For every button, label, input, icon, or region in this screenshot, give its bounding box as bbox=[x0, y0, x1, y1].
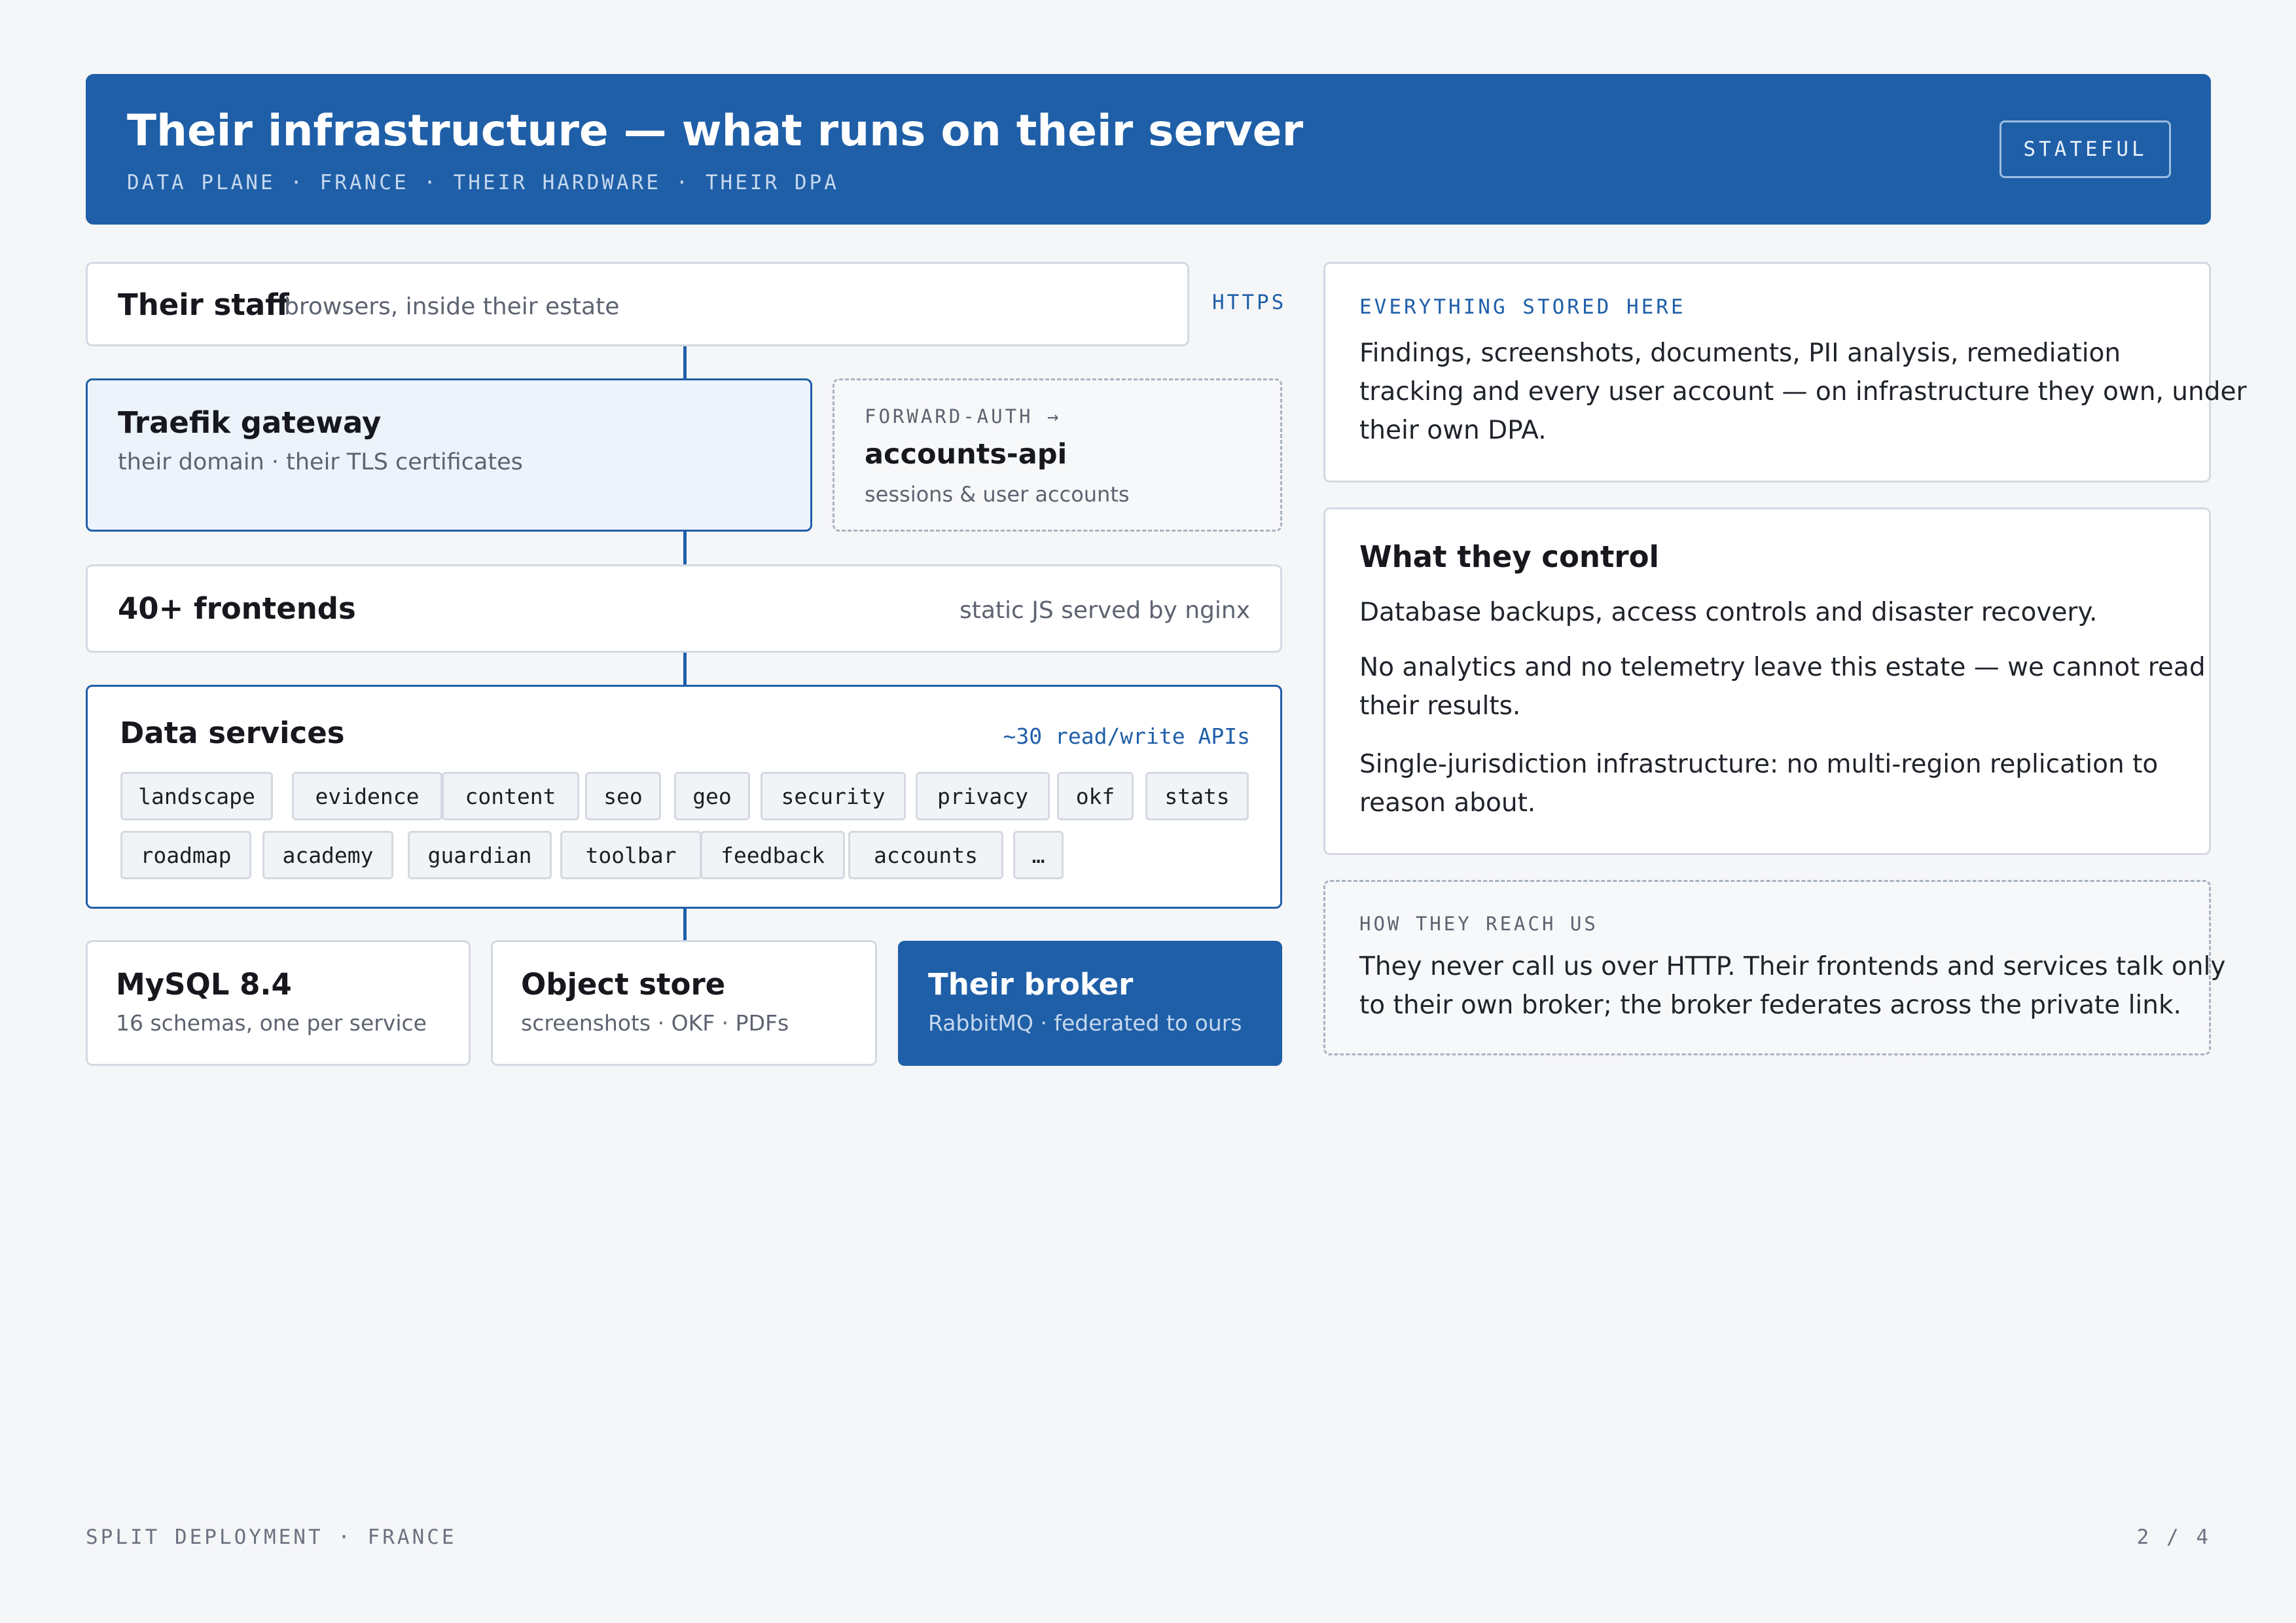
connector-gateway-frontends bbox=[683, 530, 687, 566]
connector-services-storage bbox=[683, 908, 687, 941]
frontends-title: 40+ frontends bbox=[118, 591, 356, 626]
service-chip: landscape bbox=[120, 772, 273, 820]
staff-box: Their staff browsers, inside their estat… bbox=[86, 262, 1189, 346]
mysql-box: MySQL 8.4 16 schemas, one per service bbox=[86, 940, 471, 1066]
control-paragraph-3: Single-jurisdiction infrastructure: no m… bbox=[1359, 745, 2158, 822]
accounts-api-subtitle: sessions & user accounts bbox=[865, 482, 1130, 507]
service-chip: academy bbox=[262, 831, 393, 879]
mysql-subtitle: 16 schemas, one per service bbox=[116, 1010, 427, 1036]
https-label: HTTPS bbox=[1212, 291, 1287, 314]
gateway-title: Traefik gateway bbox=[118, 405, 382, 440]
gateway-box: Traefik gateway their domain · their TLS… bbox=[86, 378, 812, 532]
stored-line: their own DPA. bbox=[1359, 416, 1547, 445]
service-chip: privacy bbox=[916, 772, 1050, 820]
control-box: What they control Database backups, acce… bbox=[1323, 507, 2211, 855]
broker-subtitle: RabbitMQ · federated to ours bbox=[928, 1010, 1242, 1036]
page-header: Their infrastructure — what runs on thei… bbox=[86, 74, 2211, 225]
staff-title: Their staff bbox=[118, 287, 289, 322]
service-chip: guardian bbox=[408, 831, 552, 879]
control-line: No analytics and no telemetry leave this… bbox=[1359, 653, 2206, 682]
connector-frontends-services bbox=[683, 651, 687, 685]
broker-box: Their broker RabbitMQ · federated to our… bbox=[898, 941, 1282, 1066]
service-chip: security bbox=[761, 772, 906, 820]
object-store-box: Object store screenshots · OKF · PDFs bbox=[491, 940, 877, 1066]
footer-label: SPLIT DEPLOYMENT · FRANCE bbox=[86, 1525, 457, 1549]
service-chip: evidence bbox=[292, 772, 442, 820]
connector-staff-gateway bbox=[683, 344, 687, 380]
reach-line: They never call us over HTTP. Their fron… bbox=[1359, 952, 2226, 981]
page-subtitle: DATA PLANE · FRANCE · THEIR HARDWARE · T… bbox=[127, 171, 839, 194]
stored-line: Findings, screenshots, documents, PII an… bbox=[1359, 338, 2121, 368]
service-chip: … bbox=[1013, 831, 1064, 879]
reach-line: to their own broker; the broker federate… bbox=[1359, 991, 2181, 1020]
stored-description: Findings, screenshots, documents, PII an… bbox=[1359, 334, 2247, 450]
data-services-title: Data services bbox=[120, 716, 345, 750]
service-chip: stats bbox=[1145, 772, 1249, 820]
control-line: reason about. bbox=[1359, 788, 1536, 818]
control-line: their results. bbox=[1359, 691, 1521, 721]
reach-kicker: HOW THEY REACH US bbox=[1359, 913, 1598, 935]
control-line: Single-jurisdiction infrastructure: no m… bbox=[1359, 750, 2159, 779]
service-chip: content bbox=[442, 772, 579, 820]
reach-description: They never call us over HTTP. Their fron… bbox=[1359, 947, 2225, 1025]
object-store-title: Object store bbox=[521, 967, 726, 1002]
stored-box: EVERYTHING STORED HERE Findings, screens… bbox=[1323, 262, 2247, 483]
service-chip: toolbar bbox=[560, 831, 702, 879]
accounts-api-title: accounts-api bbox=[865, 438, 1067, 471]
data-services-box: Data services ~30 read/write APIs landsc… bbox=[86, 685, 1282, 909]
stored-line: tracking and every user account — on inf… bbox=[1359, 377, 2247, 407]
stateful-badge: STATEFUL bbox=[2000, 120, 2171, 178]
staff-subtitle: browsers, inside their estate bbox=[284, 293, 620, 320]
control-paragraph-1: Database backups, access controls and di… bbox=[1359, 598, 2098, 627]
reach-box: HOW THEY REACH US They never call us ove… bbox=[1323, 880, 2225, 1055]
service-chip: okf bbox=[1057, 772, 1134, 820]
broker-title: Their broker bbox=[928, 967, 1134, 1002]
forward-auth-label: FORWARD-AUTH → bbox=[865, 405, 1062, 428]
frontends-subtitle: static JS served by nginx bbox=[959, 597, 1250, 624]
control-title: What they control bbox=[1359, 539, 1659, 574]
page-number: 2 / 4 bbox=[2136, 1525, 2211, 1549]
service-chip: feedback bbox=[700, 831, 845, 879]
object-store-subtitle: screenshots · OKF · PDFs bbox=[521, 1010, 789, 1036]
service-chip: geo bbox=[674, 772, 750, 820]
service-chip: roadmap bbox=[120, 831, 251, 879]
control-paragraph-2: No analytics and no telemetry leave this… bbox=[1359, 648, 2206, 725]
data-services-note: ~30 read/write APIs bbox=[1003, 723, 1251, 749]
service-chip: seo bbox=[585, 772, 661, 820]
stored-kicker: EVERYTHING STORED HERE bbox=[1359, 295, 1686, 319]
accounts-api-box: FORWARD-AUTH → accounts-api sessions & u… bbox=[833, 378, 1282, 532]
gateway-subtitle: their domain · their TLS certificates bbox=[118, 449, 523, 475]
service-chip: accounts bbox=[848, 831, 1003, 879]
page-title: Their infrastructure — what runs on thei… bbox=[127, 105, 1304, 156]
frontends-box: 40+ frontends static JS served by nginx bbox=[86, 564, 1282, 653]
mysql-title: MySQL 8.4 bbox=[116, 967, 292, 1002]
